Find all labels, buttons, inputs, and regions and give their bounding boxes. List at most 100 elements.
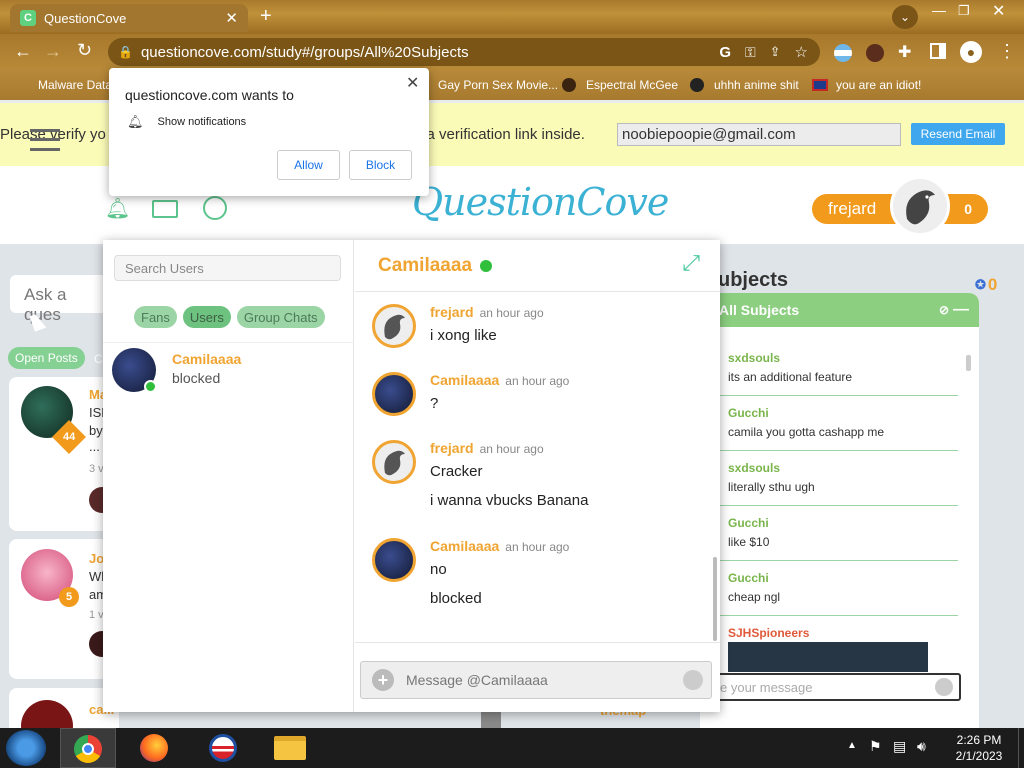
volume-icon[interactable]: 🔊︎ — [917, 738, 926, 755]
profile-extension-icon[interactable] — [866, 44, 884, 62]
bookmark-item[interactable]: Espectral McGee — [562, 70, 678, 100]
tab-title: QuestionCove — [44, 10, 127, 26]
message-input-placeholder: Message @Camilaaaa — [406, 672, 548, 688]
show-hidden-icons-icon[interactable]: ▲ — [847, 740, 857, 751]
site-logo[interactable]: QuestionCove — [412, 180, 669, 224]
show-desktop-button[interactable] — [1018, 728, 1024, 768]
browser-tab[interactable]: C QuestionCove ✕ — [10, 4, 248, 32]
resend-email-label: Resend Email — [920, 127, 996, 141]
group-scrollbar[interactable] — [966, 355, 971, 371]
google-icon[interactable]: G — [719, 44, 731, 61]
expand-icon[interactable]: ⤢ — [682, 250, 700, 276]
search-users-input[interactable]: Search Users — [114, 255, 341, 281]
messages-scrollbar[interactable] — [713, 557, 717, 641]
hide-eye-icon[interactable]: ⊘ — [939, 303, 949, 317]
tab-search-icon[interactable]: ⌄ — [892, 5, 918, 29]
firefox-icon — [140, 734, 168, 762]
verify-email-value: noobiepoopie@gmail.com — [622, 126, 796, 143]
back-icon[interactable]: ← — [14, 41, 32, 62]
resend-email-button[interactable]: Resend Email — [911, 123, 1005, 145]
message-text: i xong like — [430, 327, 497, 344]
reload-icon[interactable]: ↻ — [77, 40, 92, 61]
contact-item[interactable]: Camilaaaa blocked — [103, 344, 354, 394]
chat-contacts-panel: Search Users Fans Users Group Chats Cami… — [103, 240, 354, 712]
obama-logo-icon — [209, 734, 237, 762]
bookmark-star-icon[interactable]: ☆ — [795, 43, 808, 61]
header-points: 0 — [964, 201, 972, 217]
block-button[interactable]: Block — [349, 150, 412, 180]
conversation-title: Camilaaaa — [378, 254, 473, 276]
verify-email-field[interactable]: noobiepoopie@gmail.com — [617, 123, 901, 146]
notification-permission-row: 🔔︎ Show notifications — [127, 114, 246, 130]
contact-name: Camilaaaa — [172, 351, 242, 367]
bookmark-item[interactable]: uhhh anime shit — [690, 70, 799, 100]
account-avatar-icon[interactable]: ● — [960, 41, 982, 63]
tab-fans[interactable]: Fans — [134, 306, 177, 328]
tab-users[interactable]: Users — [182, 306, 231, 328]
block-button-label: Block — [365, 158, 396, 172]
action-center-flag-icon[interactable]: ⚑ — [869, 738, 882, 755]
forward-icon[interactable]: → — [44, 41, 62, 62]
group-chat-header[interactable]: All Subjects ⊘ — — [700, 293, 979, 327]
tab-open-posts[interactable]: Open Posts — [8, 347, 85, 369]
message-text: blocked — [430, 590, 482, 607]
menu-kebab-icon[interactable]: ⋮ — [998, 41, 1016, 62]
bookmark-item[interactable]: Gay Porn Sex Movie... — [438, 70, 558, 100]
emoji-icon[interactable] — [683, 670, 703, 690]
start-button[interactable] — [6, 730, 46, 766]
new-tab-icon[interactable]: + — [260, 5, 272, 28]
bookmark-item[interactable]: you are an idiot! — [812, 70, 921, 100]
group-messages: sxdsouls its an additional feature Gucch… — [718, 343, 958, 673]
bookmark-item[interactable]: Malware Data — [20, 70, 112, 100]
group-panel-title: ubjects — [718, 269, 788, 292]
message-text: i wanna vbucks Banana — [430, 492, 589, 509]
group-chat-window: All Subjects ⊘ — sxdsouls its an additio… — [600, 293, 979, 728]
file-explorer-taskbar-button[interactable] — [268, 728, 318, 768]
message-input[interactable]: + Message @Camilaaaa — [360, 661, 712, 699]
obama-app-taskbar-button[interactable] — [200, 728, 250, 768]
hamburger-menu-icon[interactable] — [30, 129, 60, 151]
message-author: frejard — [430, 304, 474, 320]
key-icon[interactable]: ⚿ — [745, 44, 756, 61]
uk-flag-icon — [812, 79, 828, 91]
popup-permission-label: Show notifications — [157, 116, 247, 128]
message-author: Camilaaaa — [430, 538, 500, 554]
chrome-taskbar-button[interactable] — [60, 728, 116, 768]
tab-close-icon[interactable]: ✕ — [225, 9, 238, 27]
screenshot-thumbnail[interactable] — [728, 642, 928, 672]
add-attachment-icon[interactable]: + — [372, 669, 394, 691]
bookmark-item-label: uhhh anime shit — [714, 78, 799, 92]
allow-button[interactable]: Allow — [277, 150, 340, 180]
group-message: SJHSpioneers — [728, 626, 958, 672]
post-text: ... — [89, 439, 100, 454]
mail-icon[interactable] — [152, 200, 178, 218]
user-avatar[interactable] — [890, 176, 950, 236]
message-text: ? — [430, 395, 439, 412]
group-input-placeholder: e your message — [720, 679, 813, 695]
tab-group-chats[interactable]: Group Chats — [236, 306, 325, 328]
minimize-chat-icon[interactable]: — — [953, 301, 969, 319]
bell-icon[interactable]: 🔔︎ — [105, 196, 130, 220]
flag-extension-icon[interactable] — [834, 44, 852, 62]
popup-close-icon[interactable]: ✕ — [406, 73, 419, 93]
group-message: Gucchi like $10 — [728, 516, 770, 549]
restore-icon[interactable]: ❐ — [958, 3, 970, 19]
group-message-input[interactable]: e your message — [710, 673, 961, 701]
clock[interactable]: 2:26 PM 2/1/2023 — [948, 732, 1010, 764]
share-icon[interactable]: ⇪ — [770, 44, 781, 60]
popup-title: questioncove.com wants to — [125, 87, 294, 103]
address-bar[interactable]: 🔒 questioncove.com/study#/groups/All%20S… — [108, 38, 820, 66]
extensions-area: ✚ ● ⋮ — [832, 40, 1022, 66]
network-icon[interactable]: ▤ — [893, 738, 906, 755]
feed-scrollbar[interactable] — [481, 710, 501, 728]
emoji-icon[interactable] — [935, 678, 953, 696]
side-panel-icon[interactable] — [930, 43, 946, 59]
close-window-icon[interactable]: ✕ — [992, 1, 1005, 21]
message-author: frejard — [430, 440, 474, 456]
firefox-taskbar-button[interactable] — [130, 728, 180, 768]
minimize-icon[interactable]: — — [932, 2, 946, 18]
message-text: Cracker — [430, 463, 483, 480]
profile-icon[interactable] — [203, 196, 227, 220]
extensions-puzzle-icon[interactable]: ✚ — [898, 42, 911, 62]
header-username: frejard — [828, 199, 877, 218]
